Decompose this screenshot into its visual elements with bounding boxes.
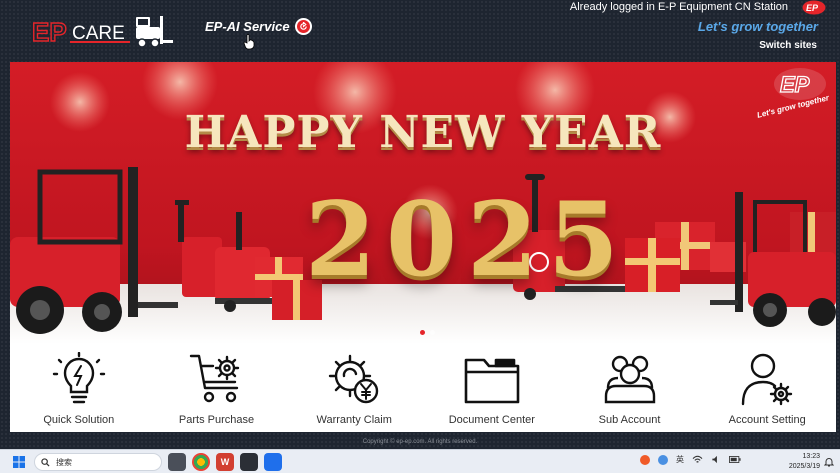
quick-solution-button[interactable]: Quick Solution (10, 344, 148, 432)
carousel-dot-1[interactable] (420, 330, 425, 335)
system-tray: 英 (640, 454, 741, 465)
account-setting-button[interactable]: Account Setting (698, 344, 836, 432)
document-center-label: Document Center (448, 414, 535, 426)
taskbar-apps: W (168, 453, 282, 471)
volume-icon[interactable] (711, 455, 721, 464)
user-gear-icon (741, 353, 793, 406)
taskbar-search[interactable]: 搜索 (34, 453, 162, 471)
sub-account-button[interactable]: Sub Account (561, 344, 699, 432)
battery-icon[interactable] (729, 455, 741, 464)
banner-title: HAPPY NEW YEAR (184, 107, 662, 158)
warranty-claim-label: Warranty Claim (316, 414, 392, 426)
clock-time: 13:23 (802, 453, 820, 460)
banner-year: 2025 (305, 180, 629, 300)
switch-sites-link[interactable]: Switch sites (759, 40, 817, 51)
carousel-dots (420, 330, 435, 335)
sub-account-label: Sub Account (598, 414, 661, 426)
taskbar-clock[interactable]: 13:23 2025/3/19 (789, 452, 820, 472)
svg-text:EP: EP (32, 17, 67, 47)
search-placeholder: 搜索 (56, 457, 72, 467)
hero-banner[interactable]: EP HAPPY NEW YEAR 2025 Let's grow togeth… (10, 62, 836, 344)
gear-yen-icon (328, 354, 379, 404)
parts-purchase-button[interactable]: Parts Purchase (148, 344, 286, 432)
site-header: EP CARE EP-AI Service Already logged in … (0, 0, 840, 60)
ep-brand-icon: EP (802, 0, 826, 15)
app-icon[interactable] (240, 453, 258, 471)
svg-text:EP: EP (806, 3, 819, 13)
ep-ai-service-link[interactable]: EP-AI Service (205, 18, 312, 35)
account-setting-label: Account Setting (728, 414, 806, 426)
group-icon (604, 355, 655, 404)
chrome-icon[interactable] (192, 453, 210, 471)
wifi-icon[interactable] (692, 455, 703, 464)
gift-boxes-center (625, 238, 680, 292)
document-center-button[interactable]: Document Center (423, 344, 561, 432)
lightbulb-icon (52, 352, 106, 404)
copyright-text: Copyright © ep-ep.com. All rights reserv… (362, 439, 478, 445)
logo-text: CARE (72, 23, 125, 44)
quick-solution-label: Quick Solution (43, 414, 115, 426)
notification-bell-icon[interactable] (824, 457, 834, 467)
svg-text:EP: EP (780, 72, 810, 97)
file-app-icon[interactable] (264, 453, 282, 471)
ep-ai-service-label: EP-AI Service (205, 19, 290, 34)
hand-cursor-icon (243, 34, 255, 50)
cart-gear-icon (189, 354, 239, 403)
login-status-text: Already logged in E-P Equipment CN Stati… (569, 1, 788, 13)
parts-purchase-label: Parts Purchase (178, 414, 255, 426)
task-view-icon[interactable] (168, 453, 186, 471)
search-icon (41, 457, 50, 467)
folder-icon (464, 358, 520, 404)
service-menu: Quick Solution Parts Purchase Warranty C… (10, 344, 836, 432)
input-method-indicator[interactable]: 英 (676, 454, 684, 465)
windows-taskbar: 搜索 W 英 13:23 2025/3/19 (0, 449, 840, 473)
ep-care-logo[interactable]: EP CARE (32, 14, 174, 50)
windows-start-icon[interactable] (13, 456, 25, 468)
ai-service-arrow-icon (294, 18, 312, 35)
tray-cloud-icon[interactable] (658, 454, 668, 465)
clock-date: 2025/3/19 (788, 463, 820, 470)
carousel-dot-2[interactable] (430, 330, 435, 335)
tray-app-icon[interactable] (640, 454, 650, 465)
forklift-logo-icon (136, 16, 173, 48)
wps-icon[interactable]: W (216, 453, 234, 471)
slogan-text: Let's grow together (697, 19, 818, 34)
warranty-claim-button[interactable]: Warranty Claim (285, 344, 423, 432)
